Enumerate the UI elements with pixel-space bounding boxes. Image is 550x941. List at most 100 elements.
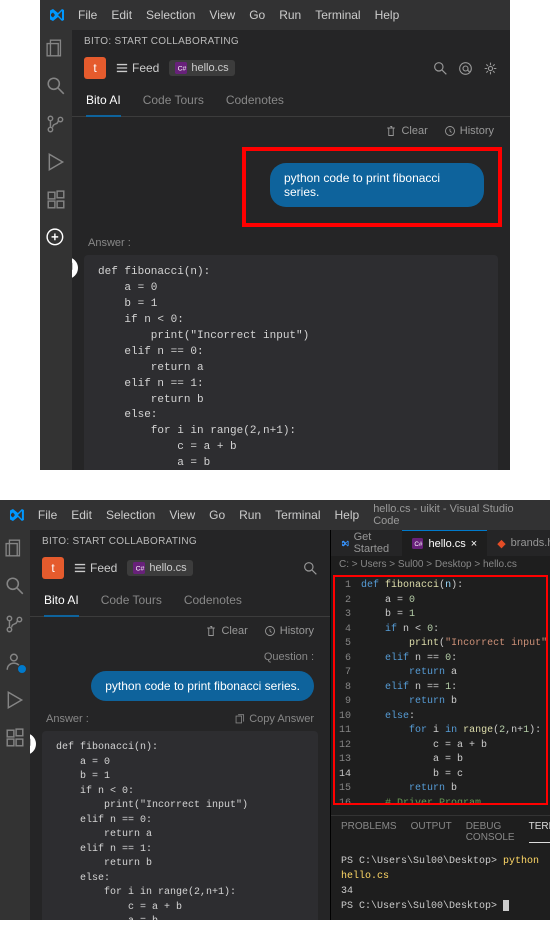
- search-icon[interactable]: [5, 576, 25, 596]
- panel-title: BITO: START COLLABORATING: [30, 530, 330, 553]
- csharp-icon: [412, 538, 423, 549]
- extensions-icon[interactable]: [5, 728, 25, 748]
- close-icon[interactable]: ×: [471, 538, 477, 550]
- menu-icon: [116, 62, 128, 74]
- highlight-box: python code to print fibonacci series.: [242, 147, 502, 227]
- menu-selection[interactable]: Selection: [106, 508, 155, 522]
- menu-go[interactable]: Go: [249, 8, 265, 22]
- answer-label: Answer :: [46, 713, 89, 725]
- explorer-icon[interactable]: [5, 538, 25, 558]
- csharp-icon: [175, 62, 187, 74]
- csharp-icon: [133, 562, 145, 574]
- feed-button[interactable]: Feed: [116, 61, 159, 75]
- tab-terminal[interactable]: TERMINAL: [529, 821, 550, 843]
- tab-codenotes[interactable]: Codenotes: [226, 87, 284, 116]
- feed-label: Feed: [132, 61, 159, 75]
- run-debug-icon[interactable]: [46, 152, 66, 172]
- menu-terminal[interactable]: Terminal: [315, 8, 360, 22]
- clear-button[interactable]: Clear: [205, 625, 247, 637]
- menu-icon: [74, 562, 86, 574]
- menu-bar: File Edit Selection View Go Run Terminal…: [0, 500, 550, 530]
- menu-run[interactable]: Run: [279, 8, 301, 22]
- tab-problems[interactable]: PROBLEMS: [341, 821, 397, 843]
- feed-button[interactable]: Feed: [74, 561, 117, 575]
- panel-title: BITO: START COLLABORATING: [72, 30, 510, 53]
- accounts-icon[interactable]: [5, 652, 25, 672]
- menu-selection[interactable]: Selection: [146, 8, 195, 22]
- question-label: Question :: [264, 651, 314, 663]
- question-bubble: python code to print fibonacci series.: [91, 671, 314, 701]
- menu-help[interactable]: Help: [375, 8, 400, 22]
- menu-edit[interactable]: Edit: [111, 8, 132, 22]
- editor-content[interactable]: def fibonacci(n): a = 0 b = 1 if n < 0: …: [357, 577, 548, 803]
- terminal-output[interactable]: PS C:\Users\Sul00\Desktop> python hello.…: [331, 848, 550, 920]
- tab-bito-ai[interactable]: Bito AI: [86, 87, 121, 117]
- file-chip[interactable]: hello.cs: [127, 560, 192, 576]
- breadcrumb[interactable]: C: > Users > Sul00 > Desktop > hello.cs: [331, 556, 550, 573]
- tab-debug-console[interactable]: DEBUG CONSOLE: [466, 821, 515, 843]
- menu-edit[interactable]: Edit: [71, 508, 92, 522]
- copy-answer-button[interactable]: Copy Answer: [234, 713, 314, 725]
- trash-icon: [205, 625, 217, 637]
- tab-hello-cs[interactable]: hello.cs×: [402, 530, 487, 556]
- tab-output[interactable]: OUTPUT: [411, 821, 452, 843]
- clear-button[interactable]: Clear: [385, 125, 427, 137]
- avatar[interactable]: t: [42, 557, 64, 579]
- tab-brands-html[interactable]: ◆brands.html: [487, 530, 550, 556]
- tab-code-tours[interactable]: Code Tours: [101, 587, 162, 616]
- source-control-icon[interactable]: [46, 114, 66, 134]
- file-chip-label: hello.cs: [149, 562, 186, 574]
- explorer-icon[interactable]: [46, 38, 66, 58]
- panel-tabs: Bito AI Code Tours Codenotes: [72, 87, 510, 117]
- menu-run[interactable]: Run: [239, 508, 261, 522]
- bito-icon[interactable]: [46, 228, 66, 248]
- question-bubble: python code to print fibonacci series.: [270, 163, 484, 207]
- vscode-icon: [341, 538, 349, 549]
- file-chip[interactable]: hello.cs: [169, 60, 234, 76]
- panel-tabs: Bito AI Code Tours Codenotes: [30, 587, 330, 617]
- avatar[interactable]: t: [84, 57, 106, 79]
- source-control-icon[interactable]: [5, 614, 25, 634]
- trash-icon: [385, 125, 397, 137]
- tab-bito-ai[interactable]: Bito AI: [44, 587, 79, 617]
- activity-bar: [40, 30, 72, 470]
- bito-panel: BITO: START COLLABORATING t Feed hello.c…: [72, 30, 510, 470]
- menu-view[interactable]: View: [209, 8, 235, 22]
- menu-file[interactable]: File: [78, 8, 97, 22]
- tab-get-started[interactable]: Get Started: [331, 530, 402, 556]
- menu-help[interactable]: Help: [335, 508, 360, 522]
- terminal-tabs: PROBLEMS OUTPUT DEBUG CONSOLE TERMINAL: [331, 816, 550, 848]
- menu-go[interactable]: Go: [209, 508, 225, 522]
- search-icon[interactable]: [303, 561, 318, 576]
- answer-label: Answer :: [88, 237, 131, 249]
- feed-label: Feed: [90, 561, 117, 575]
- history-icon: [264, 625, 276, 637]
- extensions-icon[interactable]: [46, 190, 66, 210]
- history-icon: [444, 125, 456, 137]
- gear-icon[interactable]: [483, 61, 498, 76]
- editor-tabs: Get Started hello.cs× ◆brands.html: [331, 530, 550, 556]
- menu-terminal[interactable]: Terminal: [275, 508, 320, 522]
- menu-file[interactable]: File: [38, 508, 57, 522]
- history-button[interactable]: History: [264, 625, 314, 637]
- answer-code-block[interactable]: def fibonacci(n): a = 0 b = 1 if n < 0: …: [42, 731, 318, 920]
- search-icon[interactable]: [433, 61, 448, 76]
- vscode-icon: [48, 7, 64, 23]
- file-chip-label: hello.cs: [191, 62, 228, 74]
- history-button[interactable]: History: [444, 125, 494, 137]
- answer-code-block[interactable]: def fibonacci(n): a = 0 b = 1 if n < 0: …: [84, 255, 498, 470]
- editor-pane: Get Started hello.cs× ◆brands.html C: > …: [330, 530, 550, 920]
- ai-avatar: [30, 733, 36, 755]
- tab-codenotes[interactable]: Codenotes: [184, 587, 242, 616]
- run-debug-icon[interactable]: [5, 690, 25, 710]
- menu-bar: File Edit Selection View Go Run Terminal…: [40, 0, 510, 30]
- cursor: [503, 900, 509, 911]
- ai-avatar: [72, 257, 78, 279]
- copy-icon: [234, 714, 245, 725]
- activity-bar: [0, 530, 30, 920]
- menu-view[interactable]: View: [169, 508, 195, 522]
- at-icon[interactable]: [458, 61, 473, 76]
- bito-panel: BITO: START COLLABORATING t Feed hello.c…: [30, 530, 330, 920]
- search-icon[interactable]: [46, 76, 66, 96]
- tab-code-tours[interactable]: Code Tours: [143, 87, 204, 116]
